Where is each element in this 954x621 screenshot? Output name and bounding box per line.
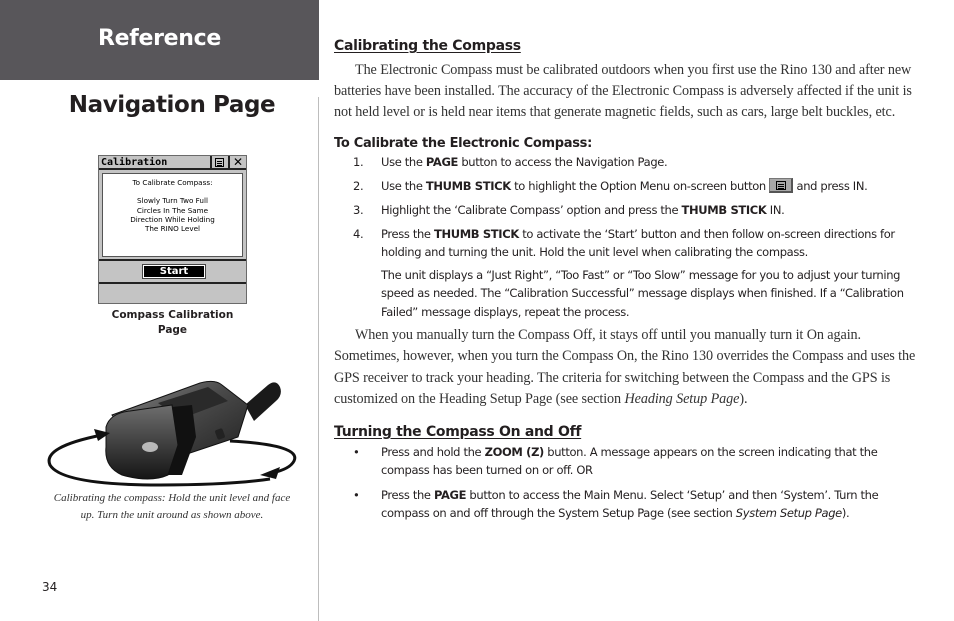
section-reference: System Setup Page [735, 506, 842, 521]
main-content: Calibrating the Compass The Electronic C… [334, 38, 919, 529]
screen-separator [99, 259, 246, 261]
antenna-shape [245, 382, 281, 421]
step-text: Use the [381, 178, 426, 193]
caption-line: Calibrating the compass: Hold the unit l… [53, 492, 291, 504]
step-number: 1. [353, 154, 364, 169]
step-text: to highlight the Option Menu on-screen b… [510, 178, 770, 193]
step-text: Press the [381, 226, 434, 241]
close-icon: ✕ [228, 156, 246, 169]
message-line: Slowly Turn Two Full [137, 196, 208, 206]
figure-caption: Compass Calibration Page [98, 308, 247, 338]
option-menu-icon [210, 156, 227, 169]
message-line: Circles In The Same [136, 205, 209, 215]
device-highlight [142, 442, 158, 452]
step-text: and press IN. [793, 178, 868, 193]
arrowhead-icon [260, 467, 280, 479]
step-item: 2. Use the THUMB STICK to highlight the … [334, 177, 919, 196]
step-number: 3. [353, 202, 364, 217]
button-name: PAGE [425, 154, 459, 169]
message-line: Direction While Holding [130, 214, 215, 224]
caption-line: Page [157, 324, 188, 336]
step-note: The unit displays a “Just Right”, “Too F… [381, 267, 904, 319]
calibration-message-box: To Calibrate Compass: Slowly Turn Two Fu… [102, 173, 243, 257]
figure-caption: Calibrating the compass: Hold the unit l… [40, 490, 304, 524]
step-item: 4. Press the THUMB STICK to activate the… [334, 225, 919, 262]
step-text: Use the [381, 154, 426, 169]
start-button: Start [142, 264, 206, 279]
rino-device-illustration [47, 380, 297, 487]
intro-paragraph: The Electronic Compass must be calibrate… [334, 62, 912, 121]
button-name: THUMB STICK [681, 202, 767, 217]
bullet-icon: • [353, 444, 360, 459]
step-number: 4. [353, 226, 364, 241]
step-number: 2. [353, 178, 364, 193]
compass-override-paragraph: When you manually turn the Compass Off, … [334, 325, 919, 410]
screen-titlebar: Calibration ✕ [99, 156, 246, 170]
bullet-text: Press and hold the [381, 444, 485, 459]
step-item: 3. Highlight the ‘Calibrate Compass’ opt… [334, 201, 919, 220]
bullet-item: • Press and hold the ZOOM (Z) button. A … [334, 443, 919, 480]
button-name: THUMB STICK [433, 226, 519, 241]
step-text: Highlight the ‘Calibrate Compass’ option… [381, 202, 682, 217]
bullet-text: Press the [381, 487, 434, 502]
step-item: 1. Use the PAGE button to access the Nav… [334, 153, 919, 172]
section-header-band: Reference [0, 0, 319, 80]
paragraph-text: ). [739, 390, 748, 407]
caption-line: Compass Calibration [111, 309, 234, 321]
step-text: IN. [766, 202, 785, 217]
button-name: ZOOM (Z) [484, 444, 545, 459]
message-heading: To Calibrate Compass: [132, 178, 213, 187]
section-title: Reference [97, 26, 222, 51]
screen-title: Calibration [101, 157, 168, 168]
caption-line: up. Turn the unit around as shown above. [80, 509, 264, 521]
page-title: Navigation Page [68, 92, 276, 118]
bullet-text: ). [841, 506, 850, 521]
device-front-shape [105, 404, 179, 480]
calibration-screen-figure: Calibration ✕ To Calibrate Compass: Slow… [98, 155, 247, 304]
bullet-item: • Press the PAGE button to access the Ma… [334, 486, 919, 523]
section-heading-calibrating: Calibrating the Compass [334, 38, 521, 54]
bullet-icon: • [353, 487, 360, 502]
button-name: PAGE [433, 487, 467, 502]
message-line: The RINO Level [144, 224, 201, 234]
section-heading-turning: Turning the Compass On and Off [334, 423, 582, 440]
step-text: button to access the Navigation Page. [458, 154, 668, 169]
screen-separator [99, 282, 246, 284]
button-name: THUMB STICK [425, 178, 511, 193]
procedure-heading: To Calibrate the Electronic Compass: [334, 135, 593, 151]
section-reference: Heading Setup Page [624, 390, 740, 407]
column-divider [318, 97, 319, 621]
rotation-arrow-right [229, 439, 297, 475]
page-number: 34 [42, 580, 58, 594]
option-menu-icon [769, 177, 794, 193]
